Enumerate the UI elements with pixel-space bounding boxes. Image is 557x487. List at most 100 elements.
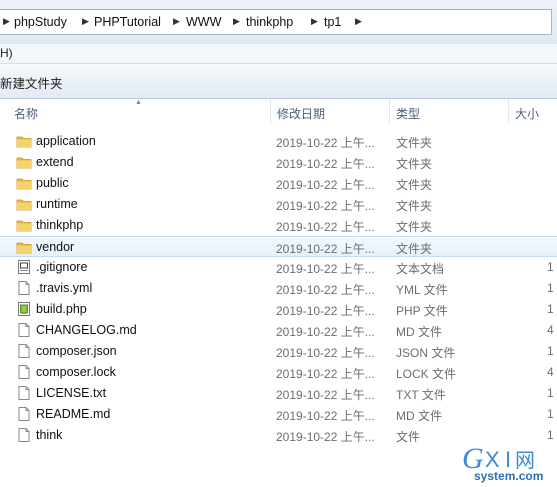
sort-ascending-icon: ▲ <box>135 99 142 106</box>
column-date[interactable]: 修改日期 <box>277 105 325 122</box>
file-modified-date: 2019-10-22 上午... <box>276 178 375 192</box>
file-name: CHANGELOG.md <box>36 323 137 337</box>
file-type: LOCK 文件 <box>396 367 457 381</box>
breadcrumb-separator-icon[interactable]: ▶ <box>3 16 10 27</box>
file-modified-date: 2019-10-22 上午... <box>276 430 375 444</box>
file-modified-date: 2019-10-22 上午... <box>276 304 375 318</box>
file-row[interactable]: .travis.yml 2019-10-22 上午... YML 文件 1 <box>0 278 557 299</box>
file-row[interactable]: composer.lock 2019-10-22 上午... LOCK 文件 4 <box>0 362 557 383</box>
file-row[interactable]: README.md 2019-10-22 上午... MD 文件 1 <box>0 404 557 425</box>
file-name: runtime <box>36 197 78 211</box>
file-icon <box>16 322 32 338</box>
file-type: YML 文件 <box>396 283 448 297</box>
file-row[interactable]: public 2019-10-22 上午... 文件夹 <box>0 173 557 194</box>
file-row[interactable]: LICENSE.txt 2019-10-22 上午... TXT 文件 1 <box>0 383 557 404</box>
breadcrumb-item[interactable]: phpStudy <box>14 15 67 29</box>
new-folder-button[interactable]: 新建文件夹 <box>0 73 63 92</box>
breadcrumb-separator-icon[interactable]: ▶ <box>173 16 180 27</box>
file-type: MD 文件 <box>396 325 442 339</box>
file-type: 文件夹 <box>396 157 433 171</box>
breadcrumb-separator-icon[interactable]: ▶ <box>355 16 362 27</box>
folder-icon <box>16 175 32 191</box>
folder-icon <box>16 196 32 212</box>
breadcrumb-separator-icon[interactable]: ▶ <box>311 16 318 27</box>
file-row[interactable]: application 2019-10-22 上午... 文件夹 <box>0 131 557 152</box>
file-icon <box>16 427 32 443</box>
file-name: public <box>36 176 69 190</box>
file-size: 4 <box>547 365 554 379</box>
file-row[interactable]: CHANGELOG.md 2019-10-22 上午... MD 文件 4 <box>0 320 557 341</box>
folder-icon <box>16 154 32 170</box>
toolbar: 新建文件夹 <box>0 64 557 99</box>
file-row[interactable]: build.php 2019-10-22 上午... PHP 文件 1 <box>0 299 557 320</box>
file-row[interactable]: thinkphp 2019-10-22 上午... 文件夹 <box>0 215 557 236</box>
file-type: TXT 文件 <box>396 388 446 402</box>
file-name: thinkphp <box>36 218 84 232</box>
breadcrumb-separator-icon[interactable]: ▶ <box>233 16 240 27</box>
file-modified-date: 2019-10-22 上午... <box>276 157 375 171</box>
file-name: build.php <box>36 302 87 316</box>
file-icon <box>16 385 32 401</box>
file-type: JSON 文件 <box>396 346 456 360</box>
folder-icon <box>16 133 32 149</box>
file-row[interactable]: runtime 2019-10-22 上午... 文件夹 <box>0 194 557 215</box>
file-modified-date: 2019-10-22 上午... <box>276 199 375 213</box>
breadcrumb-item[interactable]: thinkphp <box>246 15 293 29</box>
file-type: 文件夹 <box>396 178 433 192</box>
file-size: 1 <box>547 386 554 400</box>
file-type: MD 文件 <box>396 409 442 423</box>
file-name: composer.lock <box>36 365 116 379</box>
file-type: 文件夹 <box>396 199 433 213</box>
file-modified-date: 2019-10-22 上午... <box>276 220 375 234</box>
menu-help[interactable]: H) <box>0 46 13 60</box>
file-type: 文件夹 <box>396 136 433 150</box>
file-size: 1 <box>547 344 554 358</box>
file-modified-date: 2019-10-22 上午... <box>276 283 375 297</box>
file-row[interactable]: composer.json 2019-10-22 上午... JSON 文件 1 <box>0 341 557 362</box>
file-row[interactable]: extend 2019-10-22 上午... 文件夹 <box>0 152 557 173</box>
file-modified-date: 2019-10-22 上午... <box>276 242 375 256</box>
file-name: LICENSE.txt <box>36 386 107 400</box>
file-modified-date: 2019-10-22 上午... <box>276 346 375 360</box>
file-name: think <box>36 428 63 442</box>
file-icon <box>16 406 32 422</box>
address-bar-area: ▶ phpStudy ▶ PHPTutorial ▶ WWW ▶ thinkph… <box>0 0 557 45</box>
watermark-logo: G X I 网 system.com <box>460 440 555 484</box>
column-name[interactable]: 名称 <box>14 105 38 122</box>
file-name: application <box>36 134 96 148</box>
text-file-icon <box>16 259 32 275</box>
menu-bar: H) <box>0 44 557 64</box>
column-size[interactable]: 大小 <box>515 105 539 122</box>
column-divider[interactable] <box>270 99 271 124</box>
breadcrumb-item[interactable]: WWW <box>186 15 221 29</box>
breadcrumb-separator-icon[interactable]: ▶ <box>82 16 89 27</box>
file-name: .travis.yml <box>36 281 93 295</box>
file-type: 文件夹 <box>396 220 433 234</box>
column-divider[interactable] <box>389 99 390 124</box>
column-divider[interactable] <box>508 99 509 124</box>
file-size: 1 <box>547 260 554 274</box>
column-type[interactable]: 类型 <box>396 105 420 122</box>
file-icon <box>16 343 32 359</box>
breadcrumb-item[interactable]: PHPTutorial <box>94 15 161 29</box>
file-row[interactable]: vendor 2019-10-22 上午... 文件夹 <box>0 236 557 257</box>
file-modified-date: 2019-10-22 上午... <box>276 325 375 339</box>
php-file-icon <box>16 301 32 317</box>
file-size: 4 <box>547 323 554 337</box>
file-modified-date: 2019-10-22 上午... <box>276 409 375 423</box>
folder-icon <box>16 217 32 233</box>
file-modified-date: 2019-10-22 上午... <box>276 367 375 381</box>
file-type: 文件 <box>396 430 421 444</box>
file-name: extend <box>36 155 74 169</box>
file-type: PHP 文件 <box>396 304 448 318</box>
breadcrumb-item[interactable]: tp1 <box>324 15 341 29</box>
address-bar[interactable]: ▶ phpStudy ▶ PHPTutorial ▶ WWW ▶ thinkph… <box>0 9 552 35</box>
file-icon <box>16 280 32 296</box>
file-name: composer.json <box>36 344 117 358</box>
file-name: .gitignore <box>36 260 88 274</box>
file-name: vendor <box>36 240 75 254</box>
file-size: 1 <box>547 407 554 421</box>
file-modified-date: 2019-10-22 上午... <box>276 262 375 276</box>
file-size: 1 <box>547 302 554 316</box>
file-row[interactable]: .gitignore 2019-10-22 上午... 文本文档 1 <box>0 257 557 278</box>
